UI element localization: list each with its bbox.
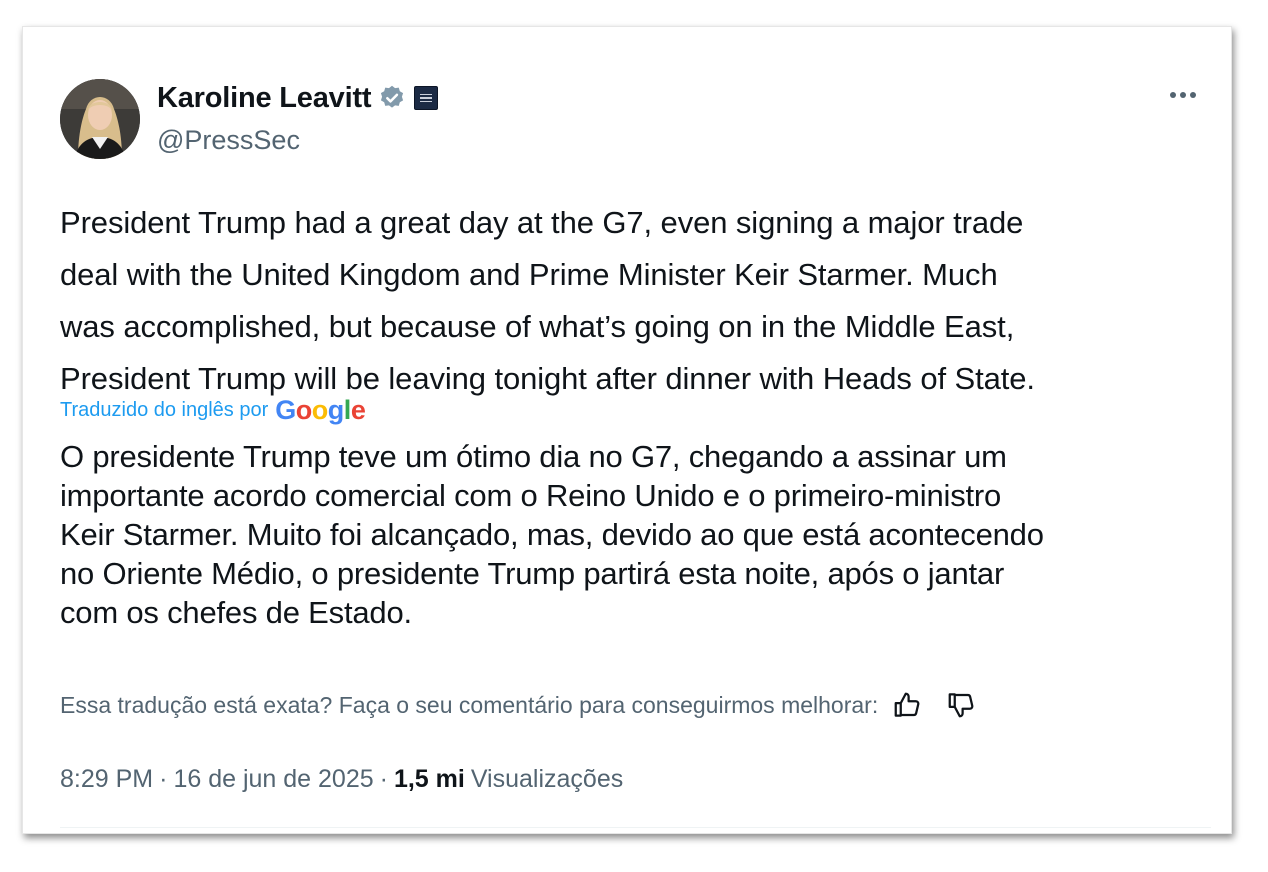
verified-badge-icon[interactable] [378,84,406,112]
translation-text-line: Keir Starmer. Muito foi alcançado, mas, … [60,517,1044,552]
translation-text-line: no Oriente Médio, o presidente Trump par… [60,556,1005,591]
avatar[interactable] [60,79,140,159]
tweet-meta: 8:29 PM · 16 de jun de 2025 · 1,5 mi Vis… [60,761,623,797]
google-logo: Google [275,394,366,425]
tweet-card: Karoline Leavitt @PressSec President Tru… [22,26,1232,834]
translated-by-label: Traduzido do inglês por [60,398,269,421]
tweet-date[interactable]: 16 de jun de 2025 [173,765,373,794]
translation-text-line: com os chefes de Estado. [60,595,412,630]
tweet-text-line: President Trump had a great day at the G… [60,205,1024,240]
views-count[interactable]: 1,5 mi [394,765,465,794]
author-header: Karoline Leavitt [157,79,439,117]
translation-text-line: O presidente Trump teve um ótimo dia no … [60,439,1007,474]
white-house-badge-icon[interactable] [414,86,439,110]
tweet-text-line: deal with the United Kingdom and Prime M… [60,257,998,292]
tweet-text: President Trump had a great day at the G… [60,197,1210,405]
divider [60,827,1211,828]
translation-text-line: importante acordo comercial com o Reino … [60,478,1002,513]
author-handle[interactable]: @PressSec [157,125,300,156]
avatar-photo [60,79,140,159]
feedback-prompt: Essa tradução está exata? Faça o seu com… [60,691,879,718]
tweet-time[interactable]: 8:29 PM [60,765,153,794]
thumbs-down-icon[interactable] [944,688,978,722]
meta-separator: · [159,764,168,793]
tweet-text-line: was accomplished, but because of what’s … [60,309,1015,344]
views-label[interactable]: Visualizações [471,765,623,794]
translation-feedback: Essa tradução está exata? Faça o seu com… [60,687,978,723]
more-horizontal-icon[interactable] [1163,83,1203,107]
thumbs-up-icon[interactable] [890,688,924,722]
author-name[interactable]: Karoline Leavitt [157,82,372,115]
meta-separator: · [379,764,388,793]
translation-text: O presidente Trump teve um ótimo dia no … [60,437,1220,632]
translated-by-link[interactable]: Traduzido do inglês por Google [60,393,366,427]
